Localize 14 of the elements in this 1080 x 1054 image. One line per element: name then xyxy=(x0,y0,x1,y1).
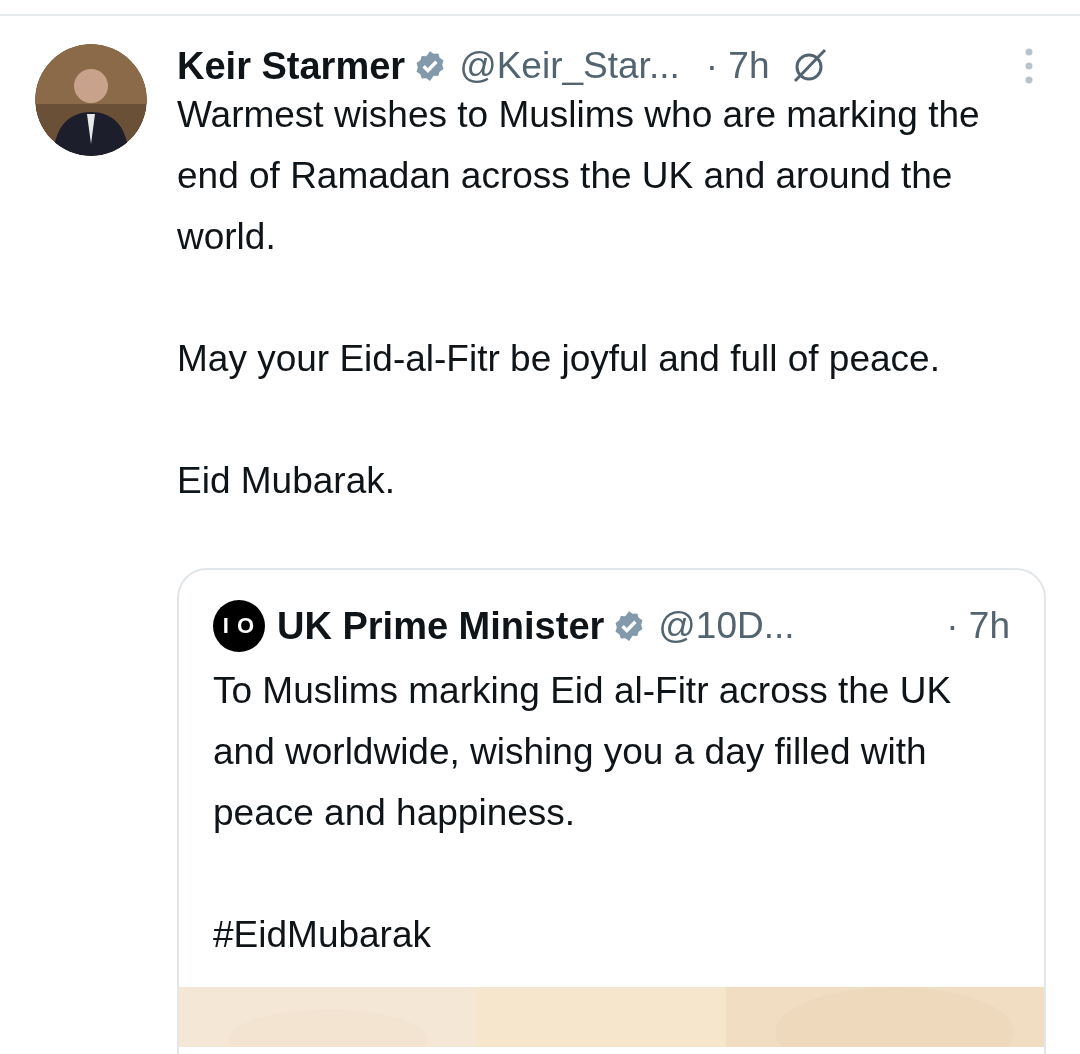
quoted-tweet-card[interactable]: I O UK Prime Minister @10D... · 7h To Muslims marking Eid al-Fitr across the UK and worldwide, wishing you a day filled with peace and happiness. #EidMubarak xyxy=(177,568,1046,1054)
more-options-icon[interactable] xyxy=(1024,46,1034,86)
post-time: · 7h xyxy=(946,605,1010,647)
tweet-text: #EidMubarak xyxy=(212,913,432,957)
account-logo: I O xyxy=(213,600,265,652)
tweet-text: To Muslims marking Eid al-Fitr across the UK and worldwide, wishing you a day filled with peace and happiness. xyxy=(212,669,953,835)
author-handle[interactable]: @10D... xyxy=(658,605,795,647)
tweet-text: May your Eid-al-Fitr be joyful and full of peace. xyxy=(177,337,941,381)
post-time: · 7h xyxy=(705,45,770,87)
author-name[interactable]: UK Prime Minister xyxy=(277,604,605,648)
tweet-text: Warmest wishes to Muslims who are marking the end of Ramadan across the UK and around the world. xyxy=(177,93,981,259)
author-handle[interactable]: @Keir_Star... xyxy=(459,45,680,87)
author-name[interactable]: Keir Starmer xyxy=(177,44,406,88)
tweet-text: Eid Mubarak. xyxy=(177,459,396,503)
